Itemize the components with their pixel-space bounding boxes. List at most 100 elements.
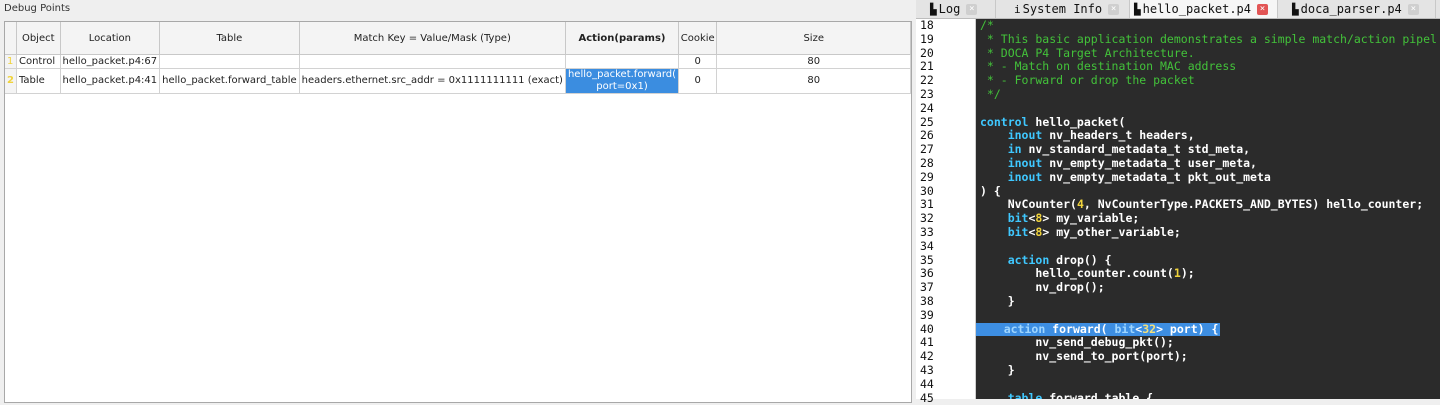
row-index: 2 [5, 68, 17, 94]
line-number: 30 [920, 183, 934, 198]
line-number: 24 [920, 100, 934, 115]
code-line: */ [980, 86, 1001, 101]
cell-location[interactable]: hello_packet.p4:41 [60, 68, 161, 94]
close-icon[interactable]: × [966, 4, 978, 15]
tab-label: System Info [1022, 2, 1103, 16]
code-line: nv_send_to_port(port); [980, 349, 1188, 364]
line-number: 40 [920, 321, 934, 336]
tab-label: doca_parser.p4 [1300, 2, 1402, 16]
col-header-action[interactable]: Action(params) [565, 22, 680, 55]
tab-hello-packet[interactable]: ▙ hello_packet.p4 × [1130, 0, 1278, 18]
code-line: ) { [980, 183, 1001, 198]
col-header-match-key[interactable]: Match Key = Value/Mask (Type) [299, 22, 566, 55]
code-line: nv_send_debug_pkt(); [980, 335, 1174, 350]
line-number: 36 [920, 266, 934, 281]
line-number: 21 [920, 59, 934, 74]
line-number: 19 [920, 31, 934, 46]
close-icon[interactable]: × [1407, 4, 1419, 15]
cell-cookie[interactable]: 0 [678, 68, 718, 94]
line-number: 27 [920, 142, 934, 157]
line-number: 26 [920, 128, 934, 143]
code-line: hello_counter.count(1); [980, 266, 1195, 281]
tab-log[interactable]: ▙ Log × [926, 0, 996, 18]
editor-panel: ▙ Log × i System Info × ▙ hello_packet.p4 × ▙ d… [916, 0, 1440, 404]
cell-cookie[interactable]: 0 [678, 54, 718, 69]
line-number: 45 [920, 390, 934, 405]
close-icon[interactable]: × [1108, 4, 1120, 15]
cell-match-key[interactable] [299, 54, 566, 69]
col-header-index[interactable] [5, 22, 17, 55]
cell-size[interactable]: 80 [716, 68, 911, 94]
code-line: * This basic application demonstrates a … [980, 31, 1437, 46]
info-icon: i [1014, 3, 1021, 16]
cell-location[interactable]: hello_packet.p4:67 [60, 54, 161, 69]
line-number: 31 [920, 197, 934, 212]
tab-label: hello_packet.p4 [1142, 2, 1251, 16]
col-header-table[interactable]: Table [159, 22, 300, 55]
line-number: 42 [920, 349, 934, 364]
code-line: nv_drop(); [980, 280, 1105, 295]
line-number: 28 [920, 155, 934, 170]
code-line: NvCounter(4, NvCounterType.PACKETS_AND_B… [980, 197, 1424, 212]
code-line: action forward( bit<32> port) { [976, 322, 1440, 337]
line-number: 33 [920, 224, 934, 239]
code-line: action drop() { [1007, 252, 1112, 267]
code-line: inout nv_headers_t headers, [1007, 128, 1195, 143]
line-number: 25 [920, 114, 934, 129]
editor-tab-bar: ▙ Log × i System Info × ▙ hello_packet.p4 × ▙ d… [916, 0, 1440, 19]
line-number: 39 [920, 307, 934, 322]
code-line: inout nv_empty_metadata_t pkt_out_meta [1007, 169, 1271, 184]
line-number: 29 [920, 169, 934, 184]
code-line: /* [980, 19, 994, 32]
cell-size[interactable]: 80 [716, 54, 911, 69]
code-line: * DOCA P4 Target Architecture. [980, 45, 1195, 60]
cell-match-key[interactable]: headers.ethernet.src_addr = 0x1111111111… [299, 68, 566, 94]
code-editor[interactable]: /* * This basic application demonstrates… [976, 19, 1440, 399]
col-header-cookie[interactable]: Cookie [678, 22, 718, 55]
cell-action-selected[interactable]: hello_packet.forward( port=0x1) [565, 68, 680, 94]
line-number: 41 [920, 335, 934, 350]
code-line: bit<8> my_variable; [1007, 211, 1140, 226]
cell-object[interactable]: Control [16, 54, 61, 69]
table-row[interactable]: 1 Control hello_packet.p4:67 0 80 [5, 54, 911, 69]
line-number-gutter: 18 19 20 21 22 23 24 25 26 27 28 29 30 31 32 33 34 35 36 37… [916, 18, 976, 404]
tab-system-info[interactable]: i System Info × [1010, 0, 1130, 18]
cell-action[interactable] [565, 54, 680, 69]
document-icon: ▙ [930, 3, 937, 16]
line-number: 38 [920, 293, 934, 308]
row-index: 1 [5, 54, 17, 69]
line-number: 43 [920, 362, 934, 377]
col-header-size[interactable]: Size [716, 22, 911, 55]
code-line: } [980, 362, 1015, 377]
line-number: 44 [920, 376, 934, 391]
debug-points-panel: Debug Points Object Location Table Match… [0, 0, 916, 403]
line-number: 37 [920, 280, 934, 295]
code-line: table forward_table { [1007, 390, 1154, 399]
tab-label: Log [938, 2, 961, 16]
highlighted-code-line: action forward( bit<32> port) { [976, 322, 1221, 337]
col-header-location[interactable]: Location [60, 22, 161, 55]
debug-points-table: Object Location Table Match Key = Value/… [5, 22, 911, 94]
code-line: inout nv_empty_metadata_t user_meta, [1007, 155, 1257, 170]
line-number: 23 [920, 86, 934, 101]
table-row[interactable]: 2 Table hello_packet.p4:41 hello_packet.… [5, 68, 911, 94]
code-line: * - Match on destination MAC address [980, 59, 1237, 74]
code-line: bit<8> my_other_variable; [1007, 224, 1181, 239]
row-index-label: 2 [7, 75, 14, 86]
code-line: * - Forward or drop the packet [980, 73, 1195, 88]
line-number: 32 [920, 211, 934, 226]
line-number: 35 [920, 252, 934, 267]
line-number: 18 [920, 18, 934, 32]
line-number: 22 [920, 73, 934, 88]
cell-object[interactable]: Table [16, 68, 61, 94]
cell-table[interactable] [159, 54, 300, 69]
close-icon[interactable]: × [1257, 4, 1268, 15]
tab-doca-parser[interactable]: ▙ doca_parser.p4 × [1288, 0, 1436, 18]
cell-table[interactable]: hello_packet.forward_table [159, 68, 300, 94]
line-number: 20 [920, 45, 934, 60]
line-number: 34 [920, 238, 934, 253]
col-header-object[interactable]: Object [16, 22, 61, 55]
